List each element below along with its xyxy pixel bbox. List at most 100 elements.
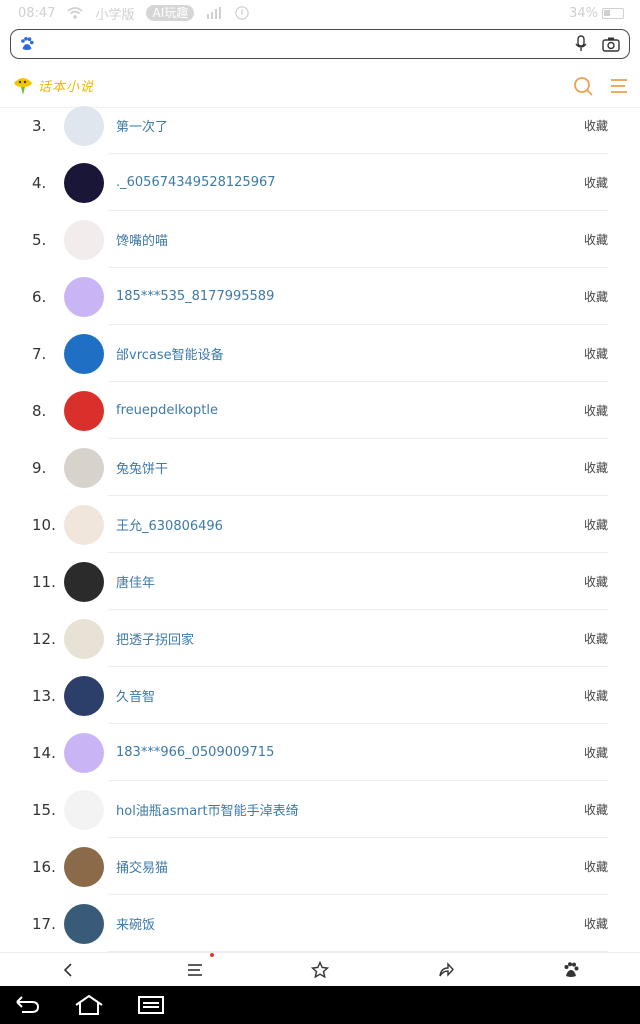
rank-number: 12. <box>32 629 56 648</box>
favorite-button[interactable]: 收藏 <box>584 630 608 647</box>
favorite-button[interactable]: 收藏 <box>584 402 608 419</box>
user-name-link[interactable]: 馋嘴的喵 <box>116 230 584 249</box>
user-name-link[interactable]: hol油瓶asmart帀智能手淖表绮 <box>116 800 584 819</box>
list-item[interactable]: 6. 185***535_8177995589 收藏 <box>0 268 640 325</box>
user-name-link[interactable]: freuepdelkoptle <box>116 403 584 418</box>
user-name-link[interactable]: 把透子拐回家 <box>116 629 584 648</box>
favorite-button[interactable]: 收藏 <box>584 687 608 704</box>
signal-icon <box>207 7 222 19</box>
favorite-button[interactable]: 收藏 <box>584 516 608 533</box>
user-name-link[interactable]: 邰vrcase智能设备 <box>116 344 584 363</box>
favorite-button[interactable]: 收藏 <box>584 915 608 932</box>
avatar[interactable] <box>64 219 104 260</box>
favorite-button[interactable]: 收藏 <box>584 573 608 590</box>
list-item[interactable]: 9. 兔兔饼干 收藏 <box>0 439 640 496</box>
back-icon[interactable] <box>60 961 78 979</box>
system-back-icon[interactable] <box>14 995 40 1015</box>
user-name-link[interactable]: 185***535_8177995589 <box>116 289 584 304</box>
list-item[interactable]: 4. ._605674349528125967 收藏 <box>0 154 640 211</box>
avatar[interactable] <box>64 561 104 602</box>
avatar[interactable] <box>64 846 104 887</box>
avatar[interactable] <box>64 162 104 203</box>
menu-icon[interactable] <box>608 75 630 97</box>
user-name-link[interactable]: 183***966_0509009715 <box>116 745 584 760</box>
ranking-list: 3. 第一次了 收藏 4. ._605674349528125967 收藏 5. 馋嘴的喵 收藏… <box>0 97 640 952</box>
rank-number: 4. <box>32 173 47 192</box>
avatar[interactable] <box>64 732 104 773</box>
favorite-button[interactable]: 收藏 <box>584 117 608 134</box>
rank-number: 11. <box>32 572 56 591</box>
list-item[interactable]: 15. hol油瓶asmart帀智能手淖表绮 收藏 <box>0 781 640 838</box>
battery-percent: 34% <box>569 5 598 21</box>
user-name-link[interactable]: ._605674349528125967 <box>116 175 584 190</box>
favorite-button[interactable]: 收藏 <box>584 744 608 761</box>
user-name-link[interactable]: 捅交易猫 <box>116 857 584 876</box>
status-time: 08:47 <box>18 5 56 21</box>
rank-number: 15. <box>32 800 56 819</box>
user-name-link[interactable]: 第一次了 <box>116 116 584 135</box>
favorite-button[interactable]: 收藏 <box>584 288 608 305</box>
avatar[interactable] <box>64 390 104 431</box>
user-name-link[interactable]: 久音智 <box>116 686 584 705</box>
avatar[interactable] <box>64 105 104 146</box>
system-home-icon[interactable] <box>74 995 104 1015</box>
baidu-paw-icon[interactable] <box>19 36 35 52</box>
baidu-paw-icon[interactable] <box>562 961 580 979</box>
status-chip: AI玩趣 <box>146 5 195 21</box>
list-item[interactable]: 12. 把透子拐回家 收藏 <box>0 610 640 667</box>
microphone-icon[interactable] <box>571 34 591 54</box>
share-icon[interactable] <box>437 961 455 979</box>
user-name-link[interactable]: 王允_630806496 <box>116 515 584 534</box>
avatar[interactable] <box>64 618 104 659</box>
rank-number: 7. <box>32 344 47 363</box>
favorite-button[interactable]: 收藏 <box>584 174 608 191</box>
user-name-link[interactable]: 唐佳年 <box>116 572 584 591</box>
avatar[interactable] <box>64 504 104 545</box>
favorite-button[interactable]: 收藏 <box>584 801 608 818</box>
favorite-button[interactable]: 收藏 <box>584 231 608 248</box>
search-input[interactable] <box>43 36 561 52</box>
info-icon <box>235 6 249 20</box>
search-bar[interactable] <box>10 29 630 59</box>
favorite-button[interactable]: 收藏 <box>584 345 608 362</box>
list-item[interactable]: 8. freuepdelkoptle 收藏 <box>0 382 640 439</box>
rank-number: 6. <box>32 287 47 306</box>
list-item[interactable]: 14. 183***966_0509009715 收藏 <box>0 724 640 781</box>
rank-number: 8. <box>32 401 47 420</box>
rank-number: 14. <box>32 743 56 762</box>
site-logo[interactable]: 话本小说 <box>12 75 94 97</box>
rank-number: 9. <box>32 458 47 477</box>
site-logo-text: 话本小说 <box>38 80 95 95</box>
system-recents-icon[interactable] <box>138 995 164 1015</box>
menu-button[interactable] <box>186 952 214 979</box>
list-item[interactable]: 17. 来碗饭 收藏 <box>0 895 640 952</box>
avatar[interactable] <box>64 276 104 317</box>
search-icon[interactable] <box>572 75 594 97</box>
avatar[interactable] <box>64 447 104 488</box>
list-item[interactable]: 10. 王允_630806496 收藏 <box>0 496 640 553</box>
list-item[interactable]: 5. 馋嘴的喵 收藏 <box>0 211 640 268</box>
browser-toolbar <box>0 952 640 986</box>
wifi-icon <box>67 7 83 19</box>
rank-number: 10. <box>32 515 56 534</box>
user-name-link[interactable]: 兔兔饼干 <box>116 458 584 477</box>
avatar[interactable] <box>64 333 104 374</box>
list-item[interactable]: 11. 唐佳年 收藏 <box>0 553 640 610</box>
favorite-button[interactable]: 收藏 <box>584 459 608 476</box>
star-icon[interactable] <box>311 960 329 979</box>
list-item[interactable]: 7. 邰vrcase智能设备 收藏 <box>0 325 640 382</box>
list-item[interactable]: 3. 第一次了 收藏 <box>0 97 640 154</box>
user-name-link[interactable]: 来碗饭 <box>116 914 584 933</box>
avatar[interactable] <box>64 789 104 830</box>
status-app-label: 小学版 <box>95 7 135 23</box>
rank-number: 5. <box>32 230 47 249</box>
camera-icon[interactable] <box>601 34 621 54</box>
avatar[interactable] <box>64 675 104 716</box>
battery-icon <box>602 7 624 19</box>
rank-number: 17. <box>32 914 56 933</box>
list-item[interactable]: 16. 捅交易猫 收藏 <box>0 838 640 895</box>
list-item[interactable]: 13. 久音智 收藏 <box>0 667 640 724</box>
system-nav-bar <box>0 986 640 1024</box>
favorite-button[interactable]: 收藏 <box>584 858 608 875</box>
avatar[interactable] <box>64 903 104 944</box>
